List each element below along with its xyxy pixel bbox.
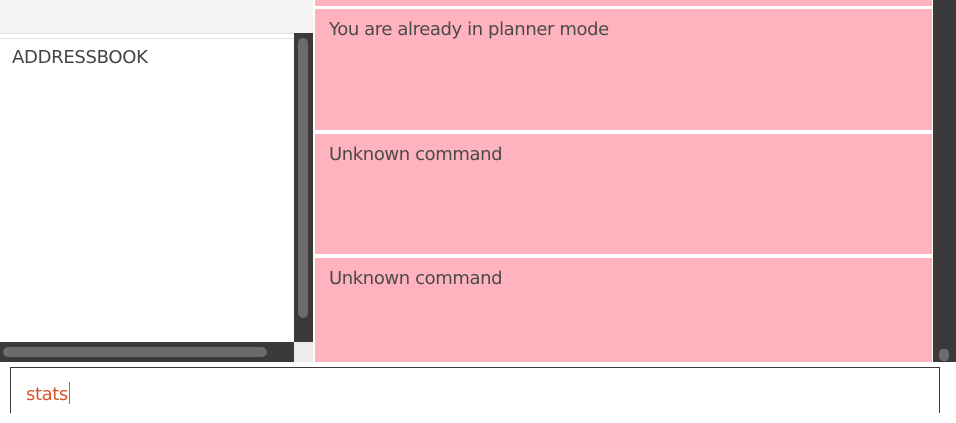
command-input-text: stats	[26, 382, 70, 405]
result-message-box: You are already in planner mode	[315, 9, 932, 130]
text-caret	[68, 382, 70, 404]
addressbook-list[interactable]: ADDRESSBOOK	[0, 38, 294, 343]
result-message-text: You are already in planner mode	[329, 19, 609, 40]
command-input[interactable]: stats	[10, 367, 940, 413]
scrollbar-corner	[294, 342, 313, 362]
list-item-label[interactable]: ADDRESSBOOK	[12, 47, 148, 68]
app-window: ADDRESSBOOK You are already in planner m…	[0, 0, 956, 423]
left-horizontal-scrollbar-thumb[interactable]	[3, 347, 267, 357]
left-vertical-scrollbar[interactable]	[294, 33, 313, 342]
result-display-panel: You are already in planner mode Unknown …	[313, 0, 933, 362]
result-message-text: Unknown command	[329, 144, 503, 165]
left-header-strip	[0, 0, 313, 34]
command-box-area: stats	[0, 362, 956, 423]
result-vertical-scrollbar[interactable]	[933, 0, 956, 362]
left-vertical-scrollbar-thumb[interactable]	[298, 38, 308, 318]
result-message-box: Unknown command	[315, 258, 932, 362]
result-message-box: Unknown command	[315, 134, 932, 254]
left-horizontal-scrollbar[interactable]	[0, 342, 294, 362]
command-input-value: stats	[26, 384, 68, 405]
result-message-text: Unknown command	[329, 268, 503, 289]
result-message-box	[315, 0, 932, 6]
result-vertical-scrollbar-thumb[interactable]	[939, 349, 949, 361]
